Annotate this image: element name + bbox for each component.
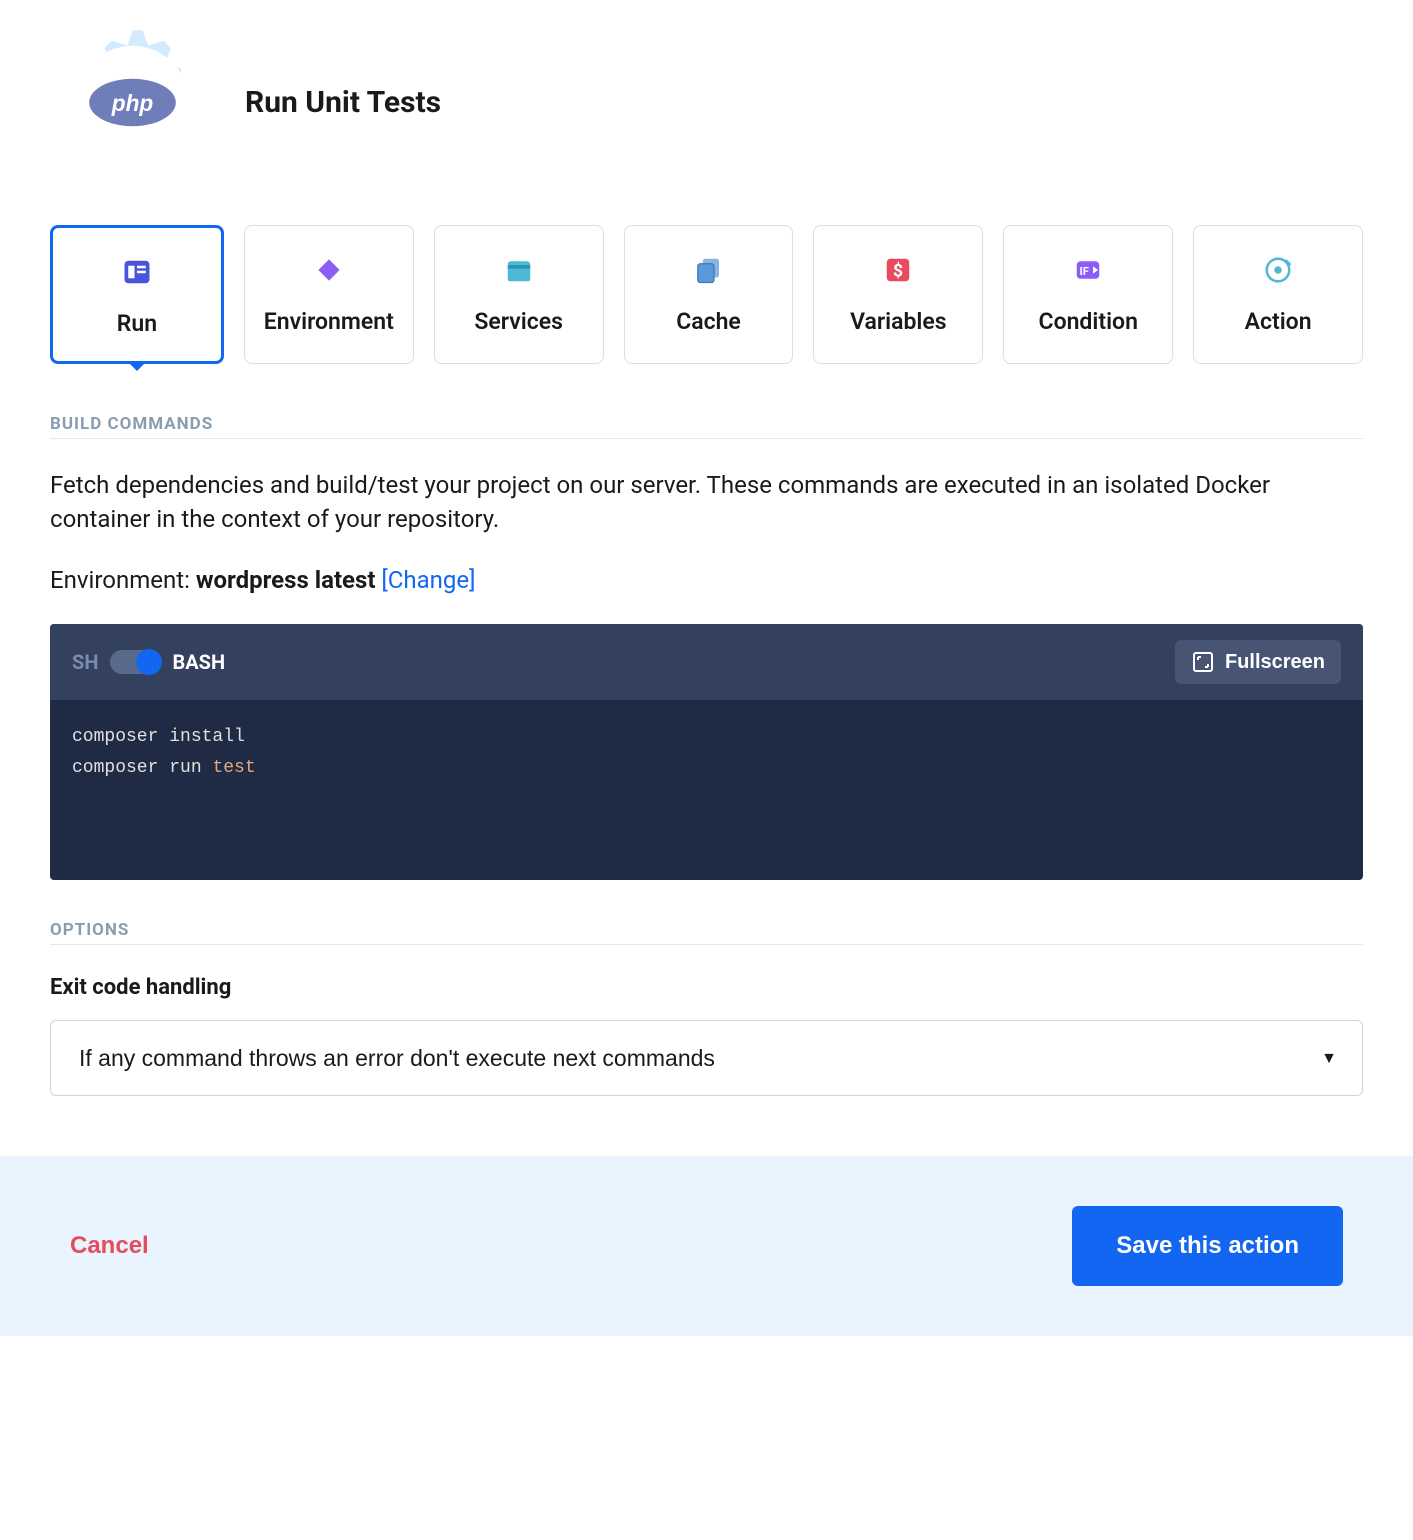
exit-code-select[interactable]: If any command throws an error don't exe… xyxy=(50,1020,1363,1096)
tab-cache[interactable]: Cache xyxy=(624,225,794,364)
exit-code-title: Exit code handling xyxy=(50,975,1363,1000)
page-title: Run Unit Tests xyxy=(245,85,441,120)
build-commands-description: Fetch dependencies and build/test your p… xyxy=(50,469,1363,536)
save-button[interactable]: Save this action xyxy=(1072,1206,1343,1286)
svg-text:$: $ xyxy=(893,260,903,281)
tab-label: Condition xyxy=(1039,308,1138,335)
tab-label: Variables xyxy=(850,308,947,335)
action-icon xyxy=(1258,250,1298,290)
services-icon xyxy=(499,250,539,290)
tab-variables[interactable]: $ Variables xyxy=(813,225,983,364)
tab-environment[interactable]: Environment xyxy=(244,225,414,364)
cache-icon xyxy=(689,250,729,290)
bash-label: BASH xyxy=(172,650,225,674)
tab-action[interactable]: Action xyxy=(1193,225,1363,364)
environment-value: wordpress latest xyxy=(196,566,376,594)
tab-run[interactable]: Run xyxy=(50,225,224,364)
environment-line: Environment: wordpress latest [Change] xyxy=(50,566,1363,594)
shell-toggle-group: SH BASH xyxy=(72,650,225,674)
tab-label: Services xyxy=(474,308,563,335)
exit-code-select-wrap: If any command throws an error don't exe… xyxy=(50,1020,1363,1096)
tab-label: Run xyxy=(117,310,157,337)
tab-condition[interactable]: IF Condition xyxy=(1003,225,1173,364)
change-environment-link[interactable]: [Change] xyxy=(381,566,475,594)
fullscreen-icon xyxy=(1191,650,1215,674)
toggle-knob xyxy=(136,649,162,675)
options-heading: OPTIONS xyxy=(50,920,1363,945)
fullscreen-label: Fullscreen xyxy=(1225,651,1325,674)
tab-label: Environment xyxy=(264,308,394,335)
shell-toggle[interactable] xyxy=(110,650,160,674)
tabs-row: Run Environment Services Cache $ Variabl… xyxy=(50,225,1363,364)
cancel-button[interactable]: Cancel xyxy=(70,1232,149,1260)
tab-label: Action xyxy=(1245,308,1312,335)
code-editor: SH BASH Fullscreen composer install comp… xyxy=(50,624,1363,880)
tab-services[interactable]: Services xyxy=(434,225,604,364)
run-icon xyxy=(117,252,157,292)
variables-icon: $ xyxy=(878,250,918,290)
code-editor-body[interactable]: composer install composer run test xyxy=(50,700,1363,880)
environment-icon xyxy=(309,250,349,290)
svg-text:IF: IF xyxy=(1080,265,1089,278)
tab-label: Cache xyxy=(676,308,741,335)
sh-label: SH xyxy=(72,650,98,674)
code-editor-header: SH BASH Fullscreen xyxy=(50,624,1363,700)
php-gear-icon: php xyxy=(50,20,215,185)
page-header: php Run Unit Tests xyxy=(50,20,1363,185)
fullscreen-button[interactable]: Fullscreen xyxy=(1175,640,1341,684)
code-line: composer run test xyxy=(72,753,1341,784)
condition-icon: IF xyxy=(1068,250,1108,290)
build-commands-heading: BUILD COMMANDS xyxy=(50,414,1363,439)
environment-label: Environment: xyxy=(50,566,196,594)
code-line: composer install xyxy=(72,722,1341,753)
svg-text:php: php xyxy=(111,90,154,116)
footer: Cancel Save this action xyxy=(0,1156,1413,1336)
